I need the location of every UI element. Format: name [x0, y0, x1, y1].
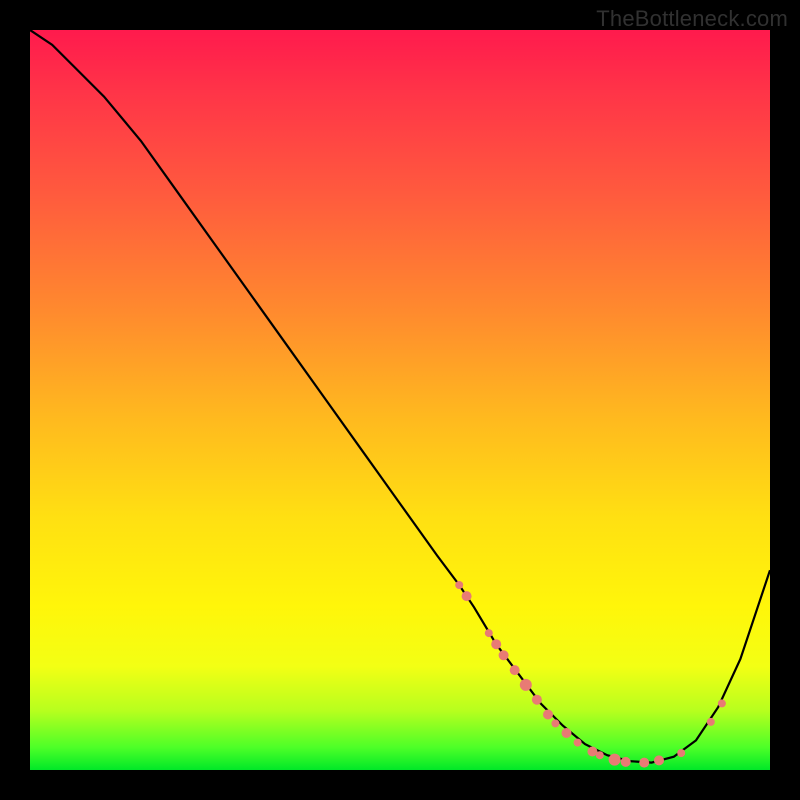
- data-point: [510, 665, 520, 675]
- data-point: [462, 591, 472, 601]
- watermark-text: TheBottleneck.com: [596, 6, 788, 32]
- data-point: [520, 679, 532, 691]
- chart-container: TheBottleneck.com: [0, 0, 800, 800]
- bottleneck-curve: [30, 30, 770, 763]
- data-point: [562, 728, 572, 738]
- data-point: [543, 710, 553, 720]
- data-point: [677, 749, 685, 757]
- data-points: [455, 581, 726, 768]
- data-point: [621, 757, 631, 767]
- data-point: [551, 719, 559, 727]
- plot-area: [30, 30, 770, 770]
- data-point: [654, 755, 664, 765]
- data-point: [596, 751, 604, 759]
- data-point: [574, 739, 582, 747]
- data-point: [639, 758, 649, 768]
- data-point: [485, 629, 493, 637]
- data-point: [491, 639, 501, 649]
- data-point: [587, 747, 597, 757]
- data-point: [499, 650, 509, 660]
- curve-layer: [30, 30, 770, 770]
- data-point: [609, 754, 621, 766]
- data-point: [532, 695, 542, 705]
- data-point: [707, 718, 715, 726]
- data-point: [455, 581, 463, 589]
- data-point: [718, 699, 726, 707]
